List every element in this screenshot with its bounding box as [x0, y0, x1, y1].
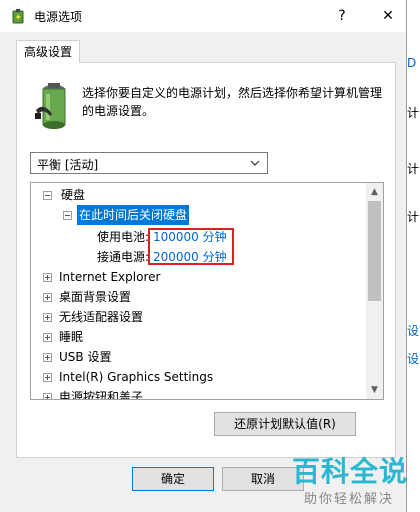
power-options-icon	[12, 9, 24, 24]
setting-label: 接通电源:	[97, 250, 150, 264]
ok-button[interactable]: 确定	[132, 467, 214, 491]
background-char: 计	[407, 162, 420, 176]
tree-item-turn-off-hard-disk[interactable]: 在此时间后关闭硬盘	[31, 205, 371, 225]
tree-item-label: 在此时间后关闭硬盘	[77, 205, 190, 225]
expand-toggle-icon[interactable]	[43, 353, 52, 362]
collapse-toggle-icon[interactable]	[43, 191, 52, 200]
tree-item-intel-graphics[interactable]: Intel(R) Graphics Settings	[31, 367, 371, 387]
tree-item-label: Internet Explorer	[59, 270, 161, 284]
expand-toggle-icon[interactable]	[43, 293, 52, 302]
expand-toggle-icon[interactable]	[43, 273, 52, 282]
battery-plan-icon	[35, 83, 66, 129]
tree-item-label: USB 设置	[59, 350, 112, 364]
background-window-edge: D 计 计 计 设 设	[407, 0, 420, 512]
restore-defaults-button[interactable]: 还原计划默认值(R)	[214, 412, 356, 436]
highlight-box	[148, 228, 234, 265]
tree-item-label: 硬盘	[61, 188, 86, 202]
tree-item-hard-disk[interactable]: 硬盘	[31, 185, 371, 205]
tree-item-desktop-background[interactable]: 桌面背景设置	[31, 287, 371, 307]
close-button[interactable]: ✕	[378, 6, 398, 26]
expand-toggle-icon[interactable]	[43, 333, 52, 342]
watermark-subtitle: 助你轻松解决	[304, 492, 395, 507]
watermark: 百科全说 助你轻松解决	[292, 448, 420, 512]
tree-item-label: 桌面背景设置	[59, 290, 132, 304]
tree-item-label: 睡眠	[59, 330, 84, 344]
selected-plan: 平衡 [活动]	[37, 158, 99, 172]
tree-item-internet-explorer[interactable]: Internet Explorer	[31, 267, 371, 287]
background-char: 设	[407, 324, 420, 338]
scroll-down-icon[interactable]: ▼	[368, 383, 381, 397]
background-char: D	[407, 56, 417, 70]
window-title: 电源选项	[34, 10, 83, 24]
tree-item-power-buttons[interactable]: 电源按钮和盖子	[31, 387, 371, 400]
tree-item-label: 无线适配器设置	[59, 310, 144, 324]
background-char: 计	[407, 106, 420, 120]
plan-description: 选择你要自定义的电源计划，然后选择你希望计算机管理的电源设置。	[82, 86, 383, 118]
background-char: 计	[407, 210, 420, 224]
watermark-title: 百科全说	[292, 455, 409, 488]
scroll-up-icon[interactable]: ▲	[368, 185, 381, 199]
tree-item-label: 电源按钮和盖子	[59, 390, 144, 400]
chevron-down-icon	[250, 160, 260, 166]
help-button[interactable]: ?	[332, 6, 352, 26]
setting-label: 使用电池:	[97, 230, 150, 244]
tree-item-usb[interactable]: USB 设置	[31, 347, 371, 367]
tree-item-wireless-adapter[interactable]: 无线适配器设置	[31, 307, 371, 327]
scroll-thumb[interactable]	[368, 201, 381, 301]
power-plan-dropdown[interactable]: 平衡 [活动]	[30, 152, 268, 174]
tree-item-label: Intel(R) Graphics Settings	[59, 370, 214, 384]
expand-toggle-icon[interactable]	[43, 393, 52, 399]
expand-toggle-icon[interactable]	[43, 313, 52, 322]
tree-scrollbar[interactable]: ▲ ▼	[366, 183, 383, 399]
expand-toggle-icon[interactable]	[43, 373, 52, 382]
background-char: 设	[407, 352, 420, 366]
tree-item-sleep[interactable]: 睡眠	[31, 327, 371, 347]
power-options-dialog: 电源选项 ? ✕ 高级设置 选择你要自定义的电源计划，然后选择你希望计算机管理的…	[0, 0, 407, 512]
title-bar: 电源选项 ? ✕	[0, 0, 406, 32]
tab-advanced-settings[interactable]: 高级设置	[16, 40, 80, 63]
power-settings-tree[interactable]: 硬盘 在此时间后关闭硬盘 使用电池: 100000 分钟 接通电源: 20000…	[30, 182, 384, 400]
collapse-toggle-icon[interactable]	[63, 211, 72, 220]
